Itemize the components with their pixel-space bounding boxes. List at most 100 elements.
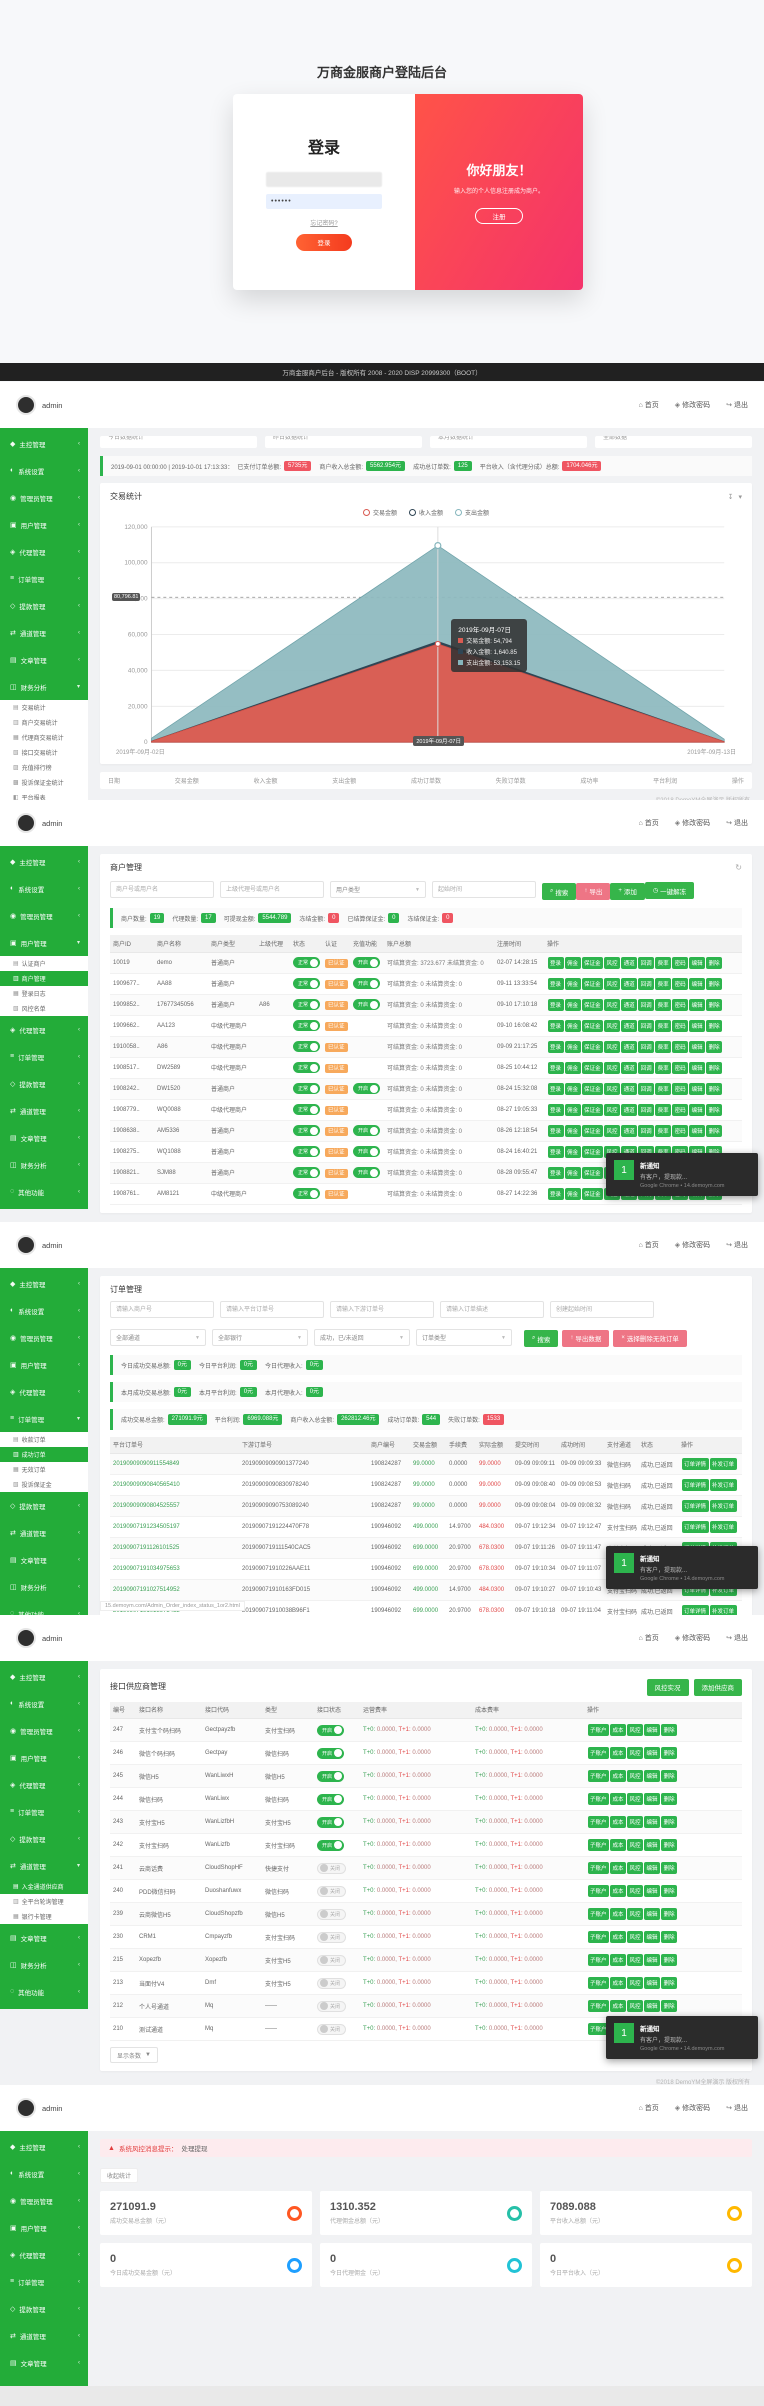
row-action-button[interactable]: 风控 — [627, 1954, 643, 1966]
sidebar-item[interactable]: ◉管理员管理‹ — [0, 1324, 88, 1351]
sidebar-item[interactable]: ◉管理员管理‹ — [0, 2187, 88, 2214]
row-action-button[interactable]: 通道 — [621, 1062, 637, 1074]
row-action-button[interactable]: 订单详情 — [682, 1605, 709, 1615]
row-action-button[interactable]: 风控 — [627, 1724, 643, 1736]
sidebar-item[interactable]: ◆主控管理‹ — [0, 2133, 88, 2160]
row-action-button[interactable]: 编辑 — [689, 1041, 705, 1053]
topbar-link[interactable]: ◈修改密码 — [675, 400, 710, 410]
row-action-button[interactable]: 费率 — [655, 1020, 671, 1032]
recharge-toggle[interactable]: 开启 — [353, 1125, 380, 1136]
clipped-stat-box[interactable]: 本月数据统计 — [430, 436, 587, 448]
row-action-button[interactable]: 风控 — [627, 1839, 643, 1851]
filter-button[interactable]: +添加 — [610, 883, 645, 900]
channel-toggle-on[interactable]: 开启 — [317, 1771, 344, 1782]
status-toggle[interactable]: 正常 — [293, 1041, 320, 1052]
status-toggle[interactable]: 正常 — [293, 978, 320, 989]
order-filter-select[interactable]: 订单类型▼ — [416, 1329, 512, 1346]
row-action-button[interactable]: 登录 — [548, 1146, 564, 1158]
row-action-button[interactable]: 风控 — [627, 1816, 643, 1828]
sidebar-item[interactable]: ◫财务分析‹ — [0, 1151, 88, 1178]
status-toggle[interactable]: 正常 — [293, 1104, 320, 1115]
row-action-button[interactable]: 成本 — [610, 1770, 626, 1782]
topbar-link[interactable]: ⌂首页 — [639, 1240, 659, 1250]
row-action-button[interactable]: 删除 — [706, 1083, 722, 1095]
row-action-button[interactable]: 编辑 — [644, 1816, 660, 1828]
sidebar-item[interactable]: ◌其他功能‹ — [0, 1600, 88, 1615]
row-action-button[interactable]: 成本 — [610, 1862, 626, 1874]
row-action-button[interactable]: 登录 — [548, 957, 564, 969]
row-action-button[interactable]: 通道 — [621, 978, 637, 990]
topbar-link[interactable]: ⌂首页 — [639, 2103, 659, 2113]
row-action-button[interactable]: 编辑 — [644, 1862, 660, 1874]
row-action-button[interactable]: 通道 — [621, 957, 637, 969]
order-filter-select[interactable]: 成功，已/未返回▼ — [314, 1329, 410, 1346]
sidebar-item[interactable]: ◉管理员管理‹ — [0, 484, 88, 511]
topbar-link[interactable]: ↪退出 — [726, 2103, 748, 2113]
username-field[interactable] — [266, 172, 382, 187]
row-action-button[interactable]: 保证金 — [582, 1062, 604, 1074]
row-action-button[interactable]: 密码 — [672, 1041, 688, 1053]
collapse-icon[interactable]: ▾ — [738, 493, 742, 501]
sidebar-item[interactable]: ◉管理员管理‹ — [0, 902, 88, 929]
row-action-button[interactable]: 编辑 — [644, 1839, 660, 1851]
row-action-button[interactable]: 订单详情 — [682, 1521, 709, 1533]
row-action-button[interactable]: 费率 — [655, 1083, 671, 1095]
row-action-button[interactable]: 删除 — [706, 1125, 722, 1137]
row-action-button[interactable]: 佣金 — [565, 1083, 581, 1095]
order-filter-select[interactable]: 全部通道▼ — [110, 1329, 206, 1346]
legend-item[interactable]: 收入金额 — [409, 508, 443, 517]
page-size-select[interactable]: 显示条数▼ — [110, 2047, 158, 2063]
sidebar-item[interactable]: ◌其他功能‹ — [0, 1178, 88, 1205]
row-action-button[interactable]: 费率 — [655, 999, 671, 1011]
sidebar-subitem[interactable]: ▧投诉保证金 — [0, 1477, 88, 1492]
row-action-button[interactable]: 登录 — [548, 978, 564, 990]
row-action-button[interactable]: 订单详情 — [682, 1458, 709, 1470]
topbar-link[interactable]: ◈修改密码 — [675, 1240, 710, 1250]
clipped-stat-box[interactable]: 今日数据统计 — [100, 436, 257, 448]
topbar-link[interactable]: ↪退出 — [726, 400, 748, 410]
row-action-button[interactable]: 删除 — [661, 1747, 677, 1759]
sidebar-item[interactable]: ◫财务分析▾ — [0, 673, 88, 700]
sidebar-subitem[interactable]: ▦无效订单 — [0, 1462, 88, 1477]
row-action-button[interactable]: 保证金 — [582, 1188, 604, 1200]
row-action-button[interactable]: 费率 — [655, 1041, 671, 1053]
row-action-button[interactable]: 密码 — [672, 1020, 688, 1032]
order-action-button[interactable]: ⌕搜索 — [524, 1330, 558, 1347]
row-action-button[interactable]: 回调 — [638, 1041, 654, 1053]
topbar-link[interactable]: ↪退出 — [726, 1240, 748, 1250]
row-action-button[interactable]: 删除 — [661, 1908, 677, 1920]
row-action-button[interactable]: 删除 — [706, 1020, 722, 1032]
row-action-button[interactable]: 登录 — [548, 1167, 564, 1179]
topbar-link[interactable]: ◈修改密码 — [675, 818, 710, 828]
row-action-button[interactable]: 子账户 — [588, 1954, 610, 1966]
filter-button[interactable]: ↑导出 — [576, 883, 610, 900]
sidebar-subitem[interactable]: ▧风控名单 — [0, 1001, 88, 1016]
row-action-button[interactable]: 编辑 — [644, 1908, 660, 1920]
row-action-button[interactable]: 编辑 — [689, 1020, 705, 1032]
row-action-button[interactable]: 佣金 — [565, 1104, 581, 1116]
sidebar-item[interactable]: ◆主控管理‹ — [0, 1270, 88, 1297]
row-action-button[interactable]: 保证金 — [582, 1146, 604, 1158]
row-action-button[interactable]: 费率 — [655, 1062, 671, 1074]
sidebar-item[interactable]: ◐系统设置‹ — [0, 1690, 88, 1717]
sidebar-item[interactable]: ▣用户管理▾ — [0, 929, 88, 956]
filter-button[interactable]: ◷一键解冻 — [645, 882, 694, 899]
row-action-button[interactable]: 编辑 — [644, 1770, 660, 1782]
row-action-button[interactable]: 子账户 — [588, 1931, 610, 1943]
sidebar-item[interactable]: ▤文章管理‹ — [0, 2349, 88, 2376]
row-action-button[interactable]: 风控 — [604, 978, 620, 990]
sidebar-item[interactable]: ◇提款管理‹ — [0, 592, 88, 619]
row-action-button[interactable]: 风控 — [627, 1885, 643, 1897]
topbar-link[interactable]: ◈修改密码 — [675, 2103, 710, 2113]
row-action-button[interactable]: 风控 — [604, 1062, 620, 1074]
row-action-button[interactable]: 风控 — [604, 1041, 620, 1053]
sidebar-item[interactable]: ⇄通道管理▾ — [0, 1852, 88, 1879]
row-action-button[interactable]: 编辑 — [689, 957, 705, 969]
recharge-toggle[interactable]: 开启 — [353, 1146, 380, 1157]
register-button[interactable]: 注册 — [475, 208, 523, 224]
recharge-toggle[interactable]: 开启 — [353, 1167, 380, 1178]
row-action-button[interactable]: 删除 — [706, 1041, 722, 1053]
download-icon[interactable]: ↧ — [728, 493, 734, 501]
row-action-button[interactable]: 保证金 — [582, 1125, 604, 1137]
row-action-button[interactable]: 子账户 — [588, 1977, 610, 1989]
